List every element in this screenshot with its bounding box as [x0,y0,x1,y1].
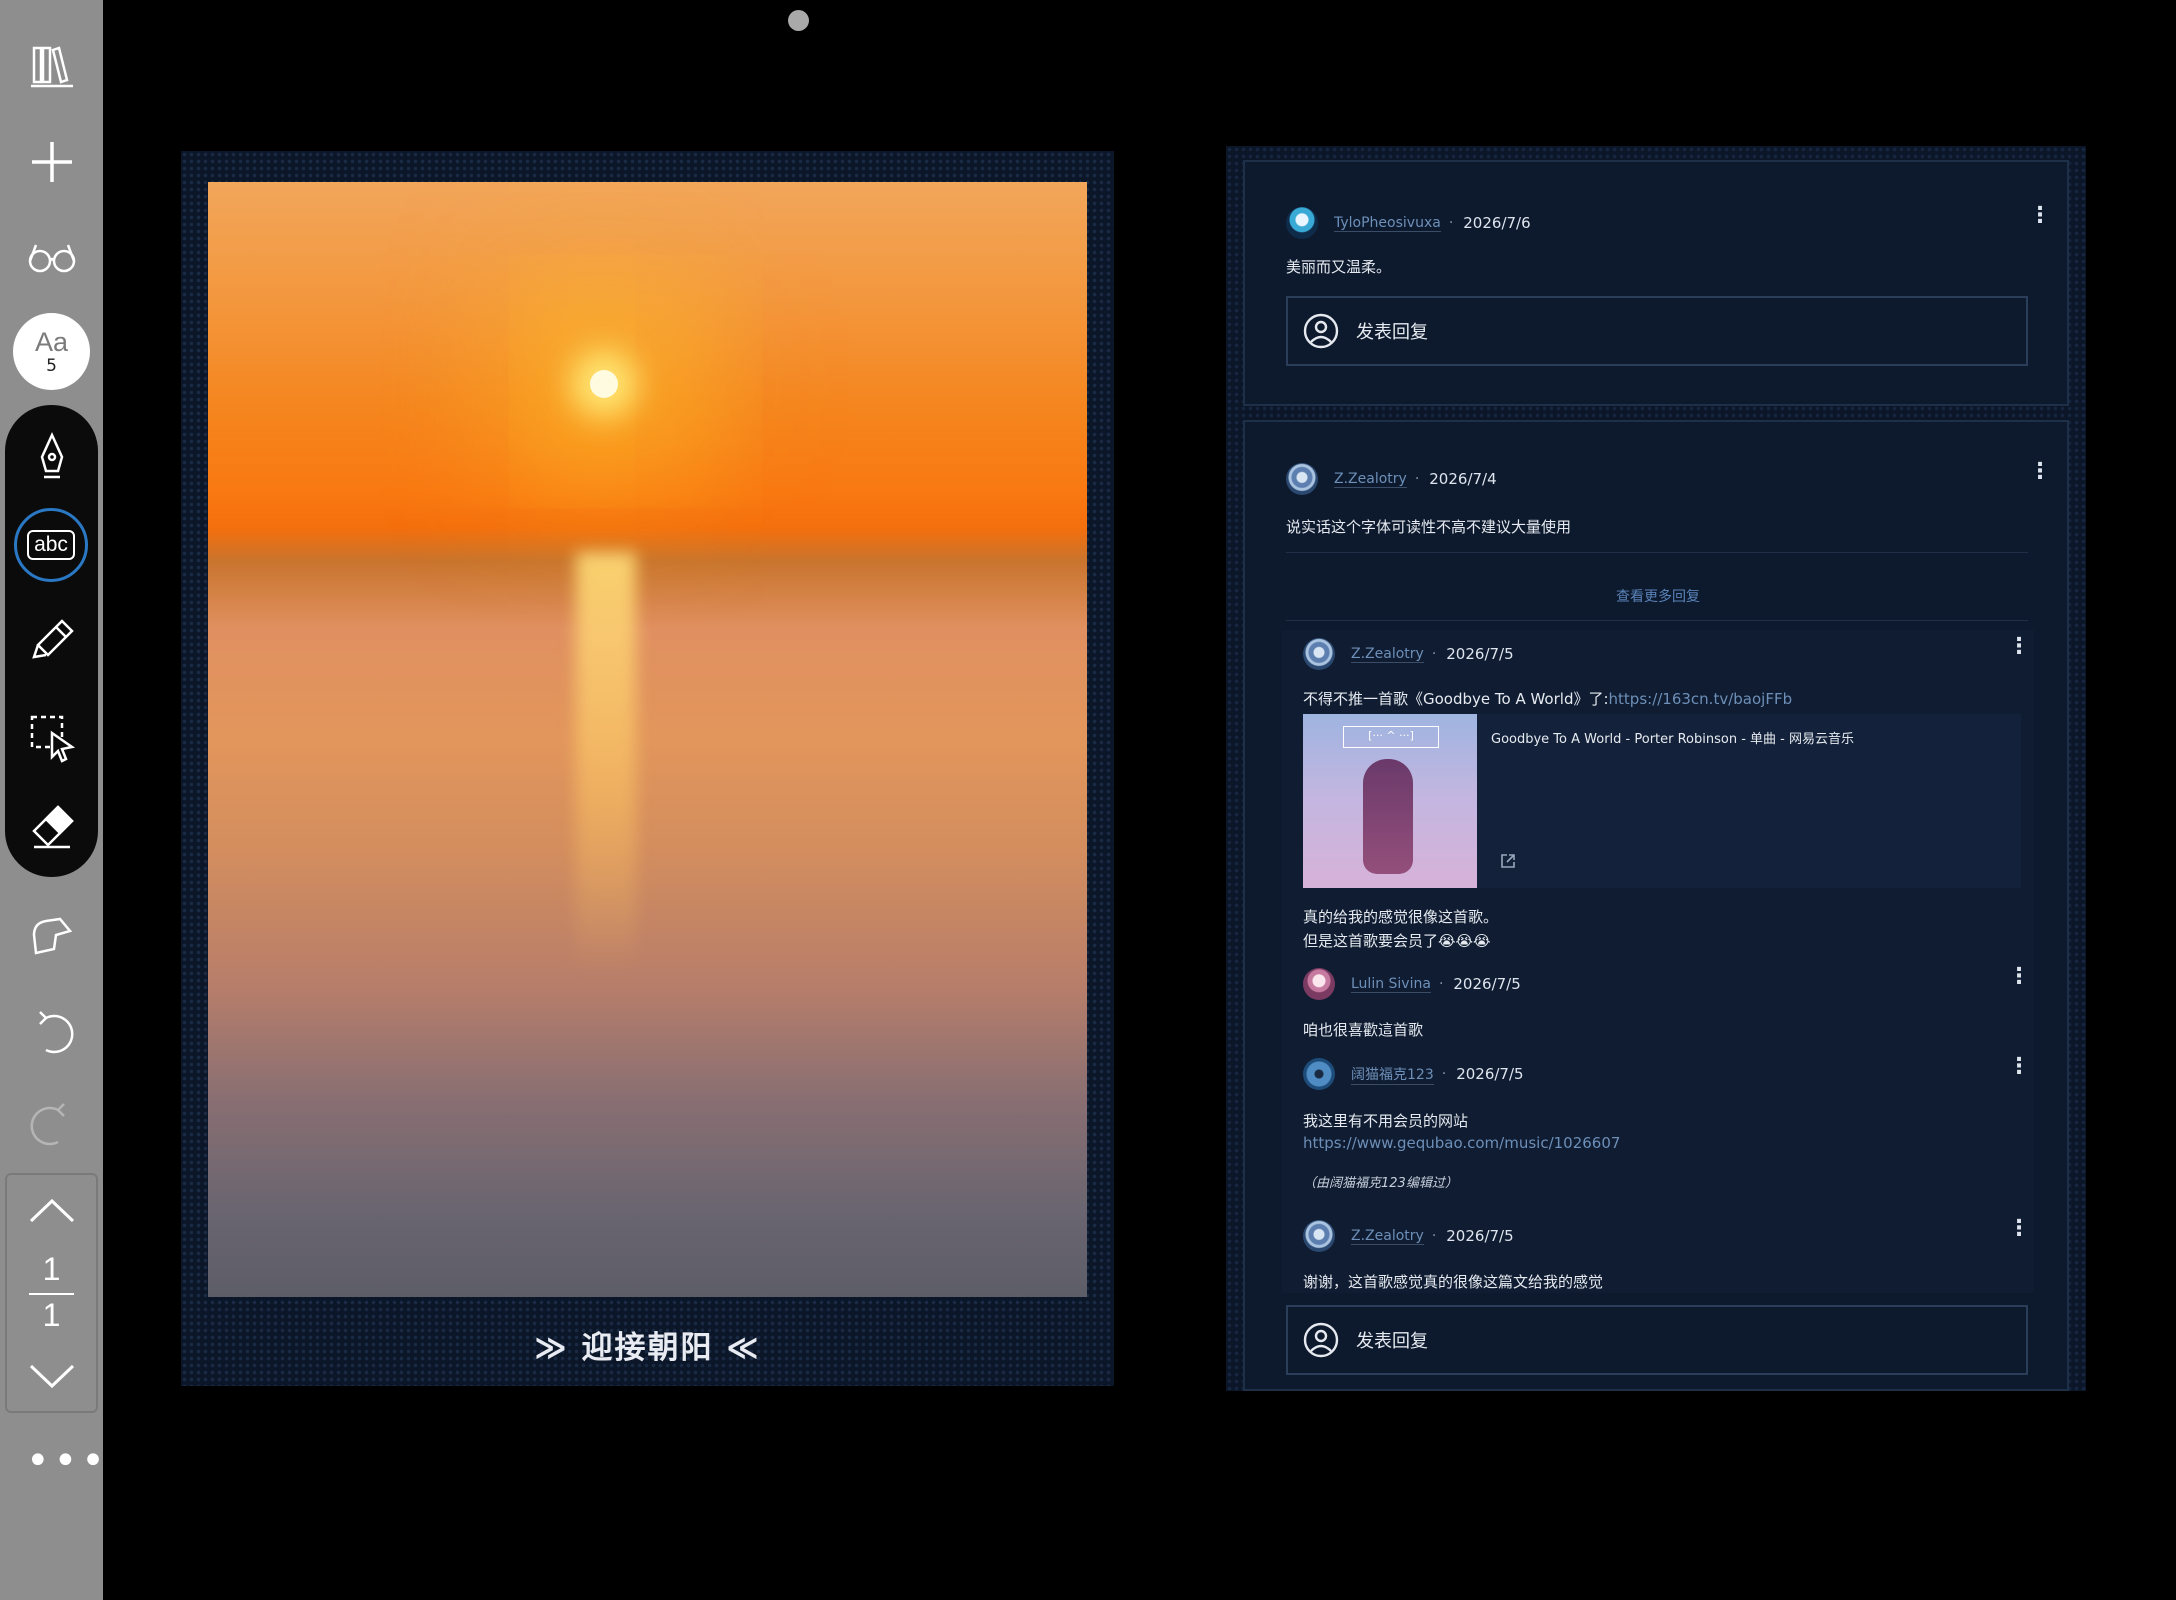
user-icon [1303,1322,1339,1358]
reading-glasses-icon[interactable] [0,215,103,299]
reply-header: 阔猫福克123 · 2026/7/5 [1303,1057,1524,1091]
album-cover: [··· ^ ···] [1303,714,1477,888]
add-icon[interactable] [0,120,103,204]
more-options-icon[interactable]: ••• [26,1441,109,1481]
reply-label: 发表回复 [1356,322,1428,343]
highlighter-icon[interactable] [0,599,103,683]
separator: · [1441,1066,1447,1082]
current-page: 1 [42,1251,61,1287]
comment-text: 美丽而又温柔。 [1286,258,1392,276]
comment-date: 2026/7/5 [1456,1065,1524,1083]
text-tool-icon: abc [27,530,75,560]
username[interactable]: TyloPheosivuxa [1334,215,1441,232]
reply-text: 但是这首歌要会员了😭😭😭 [1303,932,1491,950]
font-size-button[interactable]: Aa 5 [13,313,90,390]
eraser-icon[interactable] [0,785,103,869]
reply-header: Z.Zealotry · 2026/7/5 [1303,1219,1514,1253]
avatar[interactable] [1286,207,1318,239]
text-tool-button[interactable]: abc [14,508,88,582]
album-hand-art [1363,759,1413,874]
website-link[interactable]: https://www.gequbao.com/music/1026607 [1303,1134,1620,1152]
lasso-select-icon[interactable] [0,695,103,779]
reply-text: 咱也很喜歡這首歌 [1303,1021,1424,1039]
comment-card: TyloPheosivuxa · 2026/7/6 ⋮ 美丽而又温柔。 发表回复 [1243,160,2069,406]
separator: · [1414,471,1420,487]
comment-text: 说实话这个字体可读性不高不建议大量使用 [1286,518,1572,536]
pointer-touch-icon[interactable] [0,893,103,977]
username[interactable]: Lulin Sivina [1351,976,1431,993]
post-reply-button[interactable]: 发表回复 [1286,296,2028,366]
page-up-icon[interactable] [27,1193,77,1227]
replies-container: Z.Zealotry · 2026/7/5 ⋮ 不得不推一首歌《Goodbye … [1282,630,2034,1293]
album-title: [··· ^ ···] [1343,726,1439,748]
username[interactable]: 阔猫福克123 [1351,1064,1434,1085]
more-vertical-icon[interactable]: ⋮ [2008,636,2030,658]
reply-text-prefix: 不得不推一首歌《Goodbye To A World》了: [1303,690,1609,708]
right-page: TyloPheosivuxa · 2026/7/6 ⋮ 美丽而又温柔。 发表回复… [1226,146,2086,1391]
photo-caption: ≫ 迎接朝阳 ≪ [534,1330,761,1366]
avatar[interactable] [1303,638,1335,670]
post-reply-button[interactable]: 发表回复 [1286,1305,2028,1375]
comment-date: 2026/7/5 [1446,1227,1514,1245]
comment-date: 2026/7/5 [1446,645,1514,663]
redo-icon[interactable] [0,1082,103,1166]
page-navigator: 1 1 [5,1173,98,1413]
more-vertical-icon[interactable]: ⋮ [2008,1056,2030,1078]
page-divider [29,1293,74,1295]
music-title: Goodbye To A World - Porter Robinson - 单… [1491,732,1854,747]
undo-icon[interactable] [0,990,103,1074]
more-vertical-icon[interactable]: ⋮ [2008,966,2030,988]
divider [1286,552,2028,553]
comment-header: Z.Zealotry · 2026/7/4 [1286,462,1497,496]
separator: · [1448,215,1454,231]
divider [1286,620,2028,621]
external-link-icon[interactable] [1499,852,1517,870]
pen-icon[interactable] [0,415,103,499]
reply-label: 发表回复 [1356,1331,1428,1352]
font-size-value: 5 [46,355,57,376]
username[interactable]: Z.Zealotry [1351,1228,1424,1245]
sunset-photo [208,182,1087,1297]
comment-header: TyloPheosivuxa · 2026/7/6 [1286,206,1531,240]
separator: · [1431,1228,1437,1244]
avatar[interactable] [1303,1058,1335,1090]
page-down-icon[interactable] [27,1360,77,1394]
reply-header: Lulin Sivina · 2026/7/5 [1303,967,1521,1001]
avatar[interactable] [1303,968,1335,1000]
avatar[interactable] [1303,1220,1335,1252]
sun [590,370,618,398]
left-page: ≫ 迎接朝阳 ≪ [181,151,1114,1386]
comment-date: 2026/7/4 [1429,470,1497,488]
library-icon[interactable] [0,24,103,108]
username[interactable]: Z.Zealotry [1334,471,1407,488]
username[interactable]: Z.Zealotry [1351,646,1424,663]
comment-card: Z.Zealotry · 2026/7/4 ⋮ 说实话这个字体可读性不高不建议大… [1243,420,2069,1391]
edit-note: （由阔猫福克123编辑过） [1303,1176,1458,1191]
reply-header: Z.Zealotry · 2026/7/5 [1303,637,1514,671]
reply-text: 谢谢，这首歌感觉真的很像这篇文给我的感觉 [1303,1273,1604,1291]
separator: · [1431,646,1437,662]
pen-tool-group: abc [5,405,98,877]
comment-date: 2026/7/5 [1453,975,1521,993]
avatar[interactable] [1286,463,1318,495]
more-vertical-icon[interactable]: ⋮ [2029,205,2051,227]
more-vertical-icon[interactable]: ⋮ [2029,461,2051,483]
reply-text: 我这里有不用会员的网站 [1303,1112,1469,1130]
music-preview-card[interactable]: [··· ^ ···] Goodbye To A World - Porter … [1303,714,2021,888]
comment-date: 2026/7/6 [1463,214,1531,232]
user-icon [1303,313,1339,349]
reply-text: 真的给我的感觉很像这首歌。 [1303,908,1499,926]
view-more-replies-link[interactable]: 查看更多回复 [1245,586,2071,606]
reply-text: 不得不推一首歌《Goodbye To A World》了:https://163… [1303,688,1792,709]
tool-sidebar: Aa 5 abc 1 1 ••• [0,0,105,1600]
font-label: Aa [34,326,69,357]
sun-reflection [576,552,636,972]
total-pages: 1 [42,1297,61,1333]
music-link[interactable]: https://163cn.tv/baojFFb [1609,690,1793,708]
window-handle[interactable] [788,10,809,31]
more-vertical-icon[interactable]: ⋮ [2008,1218,2030,1240]
separator: · [1438,976,1444,992]
